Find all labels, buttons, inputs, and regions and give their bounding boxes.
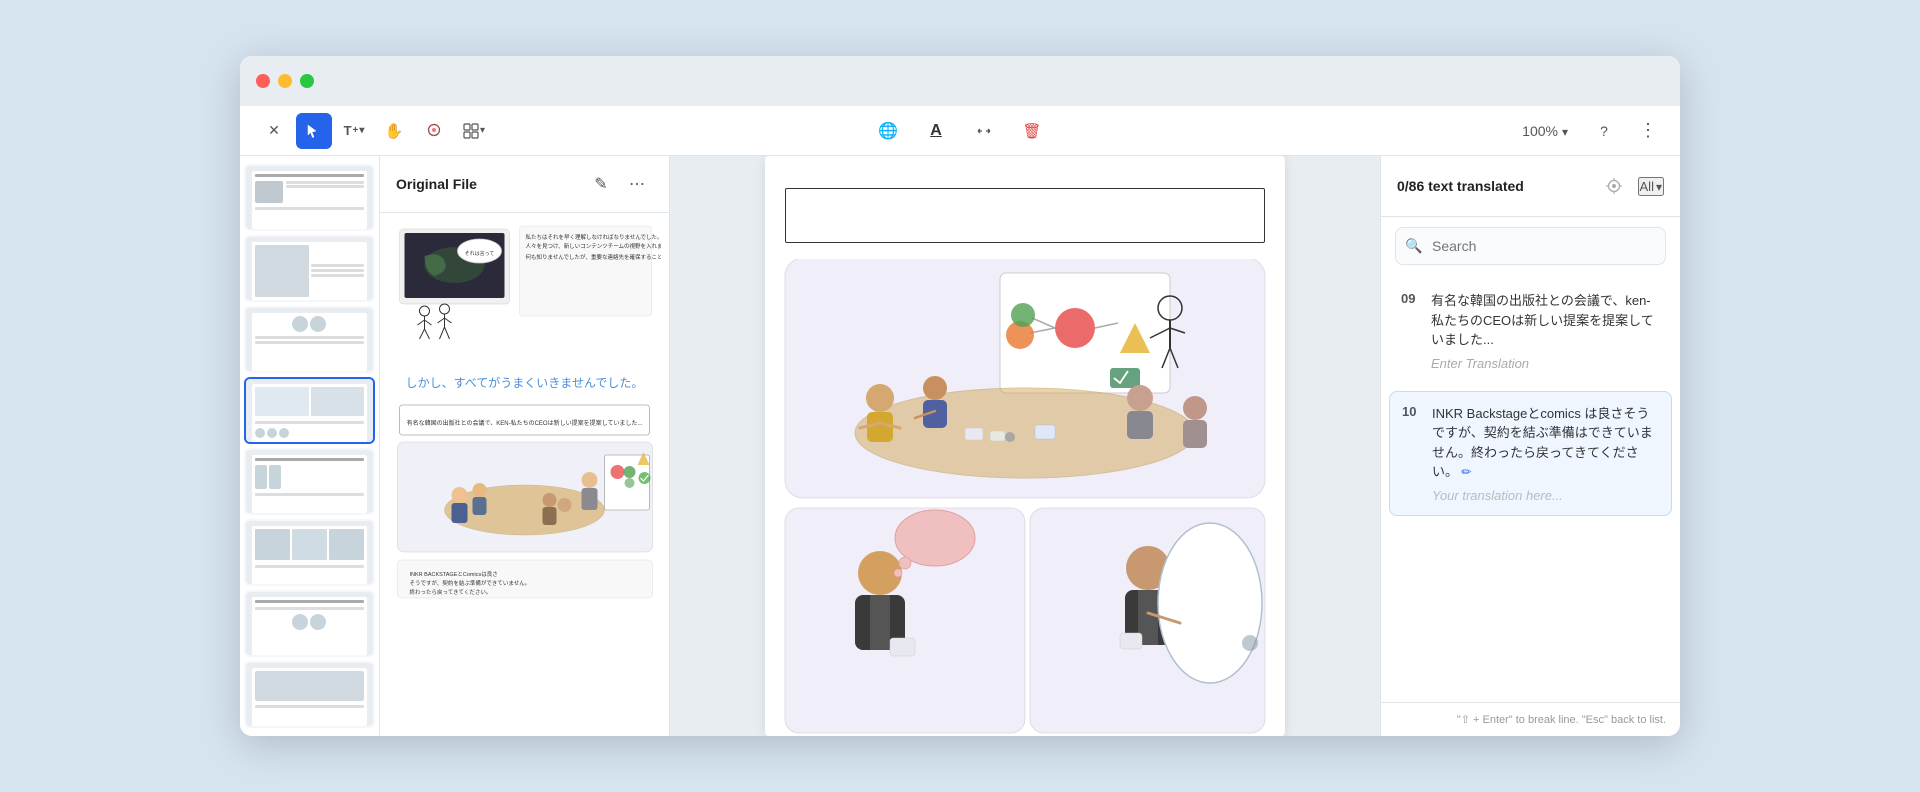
help-icon: ? xyxy=(1600,123,1608,139)
sidebar-thumb-4[interactable] xyxy=(244,377,375,444)
help-button[interactable]: ? xyxy=(1588,115,1620,147)
app-window: T + ▾ ✋ ▾ xyxy=(240,56,1680,736)
traffic-lights xyxy=(256,74,314,88)
file-panel: Original File ✎ ⋯ xyxy=(380,156,670,736)
search-container: 🔍 xyxy=(1395,227,1666,265)
toolbar: T + ▾ ✋ ▾ xyxy=(240,106,1680,156)
svg-text:INKR BACKSTAGEとComicsは良さ: INKR BACKSTAGEとComicsは良さ xyxy=(410,570,498,578)
sidebar-thumbnails xyxy=(240,156,380,736)
filter-all-button[interactable]: All xyxy=(1638,177,1664,196)
resize-icon xyxy=(976,123,992,139)
item-10-num: 10 xyxy=(1402,404,1424,482)
text-tool-button[interactable]: T + ▾ xyxy=(336,113,372,149)
main-content: Original File ✎ ⋯ xyxy=(240,156,1680,736)
item-09-header: 09 有名な韓国の出版社との会議で、ken-私たちのCEOは新しい提案を提案して… xyxy=(1401,291,1660,350)
select-tool-button[interactable] xyxy=(296,113,332,149)
comment-icon xyxy=(426,123,442,139)
svg-text:人々を見つけ、新しいコンテンツチームの視野を入れました。: 人々を見つけ、新しいコンテンツチームの視野を入れました。 xyxy=(526,242,662,250)
sidebar-thumb-3[interactable] xyxy=(244,306,375,373)
hand-tool-button[interactable]: ✋ xyxy=(376,113,412,149)
tp-header: 0/86 text translated All xyxy=(1381,156,1680,217)
font-icon: A xyxy=(930,122,942,140)
more-panel-button[interactable]: ⋯ xyxy=(621,168,653,200)
close-button[interactable] xyxy=(256,74,270,88)
tp-footer: "⇧ + Enter" to break line. "Esc" back to… xyxy=(1381,702,1680,736)
trash-icon: 🗑 xyxy=(1022,122,1041,140)
comic-section-2: 有名な韓国の出版社との会議で、KEN-私たちのCEOは新しい提案を提案していまし… xyxy=(388,400,661,605)
resize-button[interactable] xyxy=(966,113,1002,149)
title-bar xyxy=(240,56,1680,106)
font-button[interactable]: A xyxy=(918,113,954,149)
sidebar-thumb-2[interactable] xyxy=(244,235,375,302)
svg-text:終わったら戻ってきてください。: 終わったら戻ってきてください。 xyxy=(410,588,492,596)
close-tool-button[interactable] xyxy=(256,113,292,149)
file-panel-title: Original File xyxy=(396,176,477,192)
zoom-control[interactable]: 100% xyxy=(1514,119,1576,143)
footer-hint: "⇧ + Enter" to break line. "Esc" back to… xyxy=(1457,714,1666,726)
select-arrow-icon xyxy=(306,123,322,139)
edit-pencil-icon[interactable]: ✏ xyxy=(1458,465,1471,479)
more-icon: ⋮ xyxy=(1639,120,1657,141)
canvas-text-box[interactable] xyxy=(785,188,1265,243)
text-icon: T + ▾ xyxy=(344,123,365,138)
translation-count-label: 0/86 text translated xyxy=(1397,178,1524,194)
close-icon xyxy=(268,122,280,140)
tp-controls: All xyxy=(1598,170,1664,202)
gps-icon-button[interactable] xyxy=(1598,170,1630,202)
svg-text:何も知りませんでしたが、重要な連絡先を確保することができまし: 何も知りませんでしたが、重要な連絡先を確保することができました。 xyxy=(526,253,662,261)
translation-item-10[interactable]: 10 INKR Backstageとcomics は良さそうですが、契約を結ぶ準… xyxy=(1389,391,1672,516)
more-panel-icon: ⋯ xyxy=(629,174,645,194)
canvas-comic-svg xyxy=(780,259,1270,736)
svg-text:それは言って: それは言って xyxy=(465,250,495,257)
grid-tool-button[interactable]: ▾ xyxy=(456,113,492,149)
hand-icon: ✋ xyxy=(385,122,404,140)
sidebar-thumb-1[interactable] xyxy=(244,164,375,231)
more-button[interactable]: ⋮ xyxy=(1632,115,1664,147)
grid-icon: ▾ xyxy=(463,123,485,139)
minimize-button[interactable] xyxy=(278,74,292,88)
translation-panel: 0/86 text translated All xyxy=(1380,156,1680,736)
svg-text:有名な韓国の出版社との会議で、KEN-私たちのCEOは新しい: 有名な韓国の出版社との会議で、KEN-私たちのCEOは新しい提案を提案していまし… xyxy=(407,419,643,427)
file-panel-header: Original File ✎ ⋯ xyxy=(380,156,669,213)
translation-list: 09 有名な韓国の出版社との会議で、ken-私たちのCEOは新しい提案を提案して… xyxy=(1381,275,1680,702)
comic-section-1: それは言って 私たちはそれを早く理解しなければなりませんでした。私たちは世界中か… xyxy=(388,221,661,366)
file-panel-actions: ✎ ⋯ xyxy=(585,168,653,200)
svg-text:私たちはそれを早く理解しなければなりませんでした。私たちは世: 私たちはそれを早く理解しなければなりませんでした。私たちは世界中から xyxy=(526,233,662,241)
canvas-area xyxy=(670,156,1380,736)
location-icon xyxy=(1606,178,1622,194)
zoom-chevron-icon xyxy=(1562,123,1568,139)
file-panel-content: それは言って 私たちはそれを早く理解しなければなりませんでした。私たちは世界中か… xyxy=(380,213,669,736)
svg-text:そうですが、契約を結ぶ準備ができていません。: そうですが、契約を結ぶ準備ができていません。 xyxy=(410,579,531,587)
globe-icon: 🌐 xyxy=(878,121,898,141)
item-09-placeholder: Enter Translation xyxy=(1401,356,1660,371)
sidebar-thumb-8[interactable] xyxy=(244,661,375,728)
item-10-translation-placeholder[interactable]: Your translation here... xyxy=(1402,488,1659,503)
item-10-text: INKR Backstageとcomics は良さそうですが、契約を結ぶ準備はで… xyxy=(1432,404,1659,482)
filter-chevron-icon xyxy=(1656,179,1662,194)
comic-illustration-2: 有名な韓国の出版社との会議で、KEN-私たちのCEOは新しい提案を提案していまし… xyxy=(388,400,661,600)
trash-button[interactable]: 🗑 xyxy=(1014,113,1050,149)
translation-item-09[interactable]: 09 有名な韓国の出版社との会議で、ken-私たちのCEOは新しい提案を提案して… xyxy=(1389,279,1672,383)
pencil-icon: ✎ xyxy=(594,174,607,194)
canvas-comic-area xyxy=(765,259,1285,736)
item-10-header: 10 INKR Backstageとcomics は良さそうですが、契約を結ぶ準… xyxy=(1402,404,1659,482)
toolbar-right: 100% ? ⋮ xyxy=(1514,115,1664,147)
sidebar-thumb-6[interactable] xyxy=(244,519,375,586)
item-09-num: 09 xyxy=(1401,291,1423,350)
item-09-text: 有名な韓国の出版社との会議で、ken-私たちのCEOは新しい提案を提案していまし… xyxy=(1431,291,1660,350)
search-icon: 🔍 xyxy=(1405,238,1422,255)
maximize-button[interactable] xyxy=(300,74,314,88)
globe-button[interactable]: 🌐 xyxy=(870,113,906,149)
sidebar-thumb-7[interactable] xyxy=(244,590,375,657)
edit-panel-button[interactable]: ✎ xyxy=(585,168,617,200)
comic-illustration-1: それは言って 私たちはそれを早く理解しなければなりませんでした。私たちは世界中か… xyxy=(388,221,661,361)
zoom-label: 100% xyxy=(1522,123,1558,139)
comic-caption-1: しかし、すべてがうまくいきませんでした。 xyxy=(388,374,661,392)
comment-tool-button[interactable] xyxy=(416,113,452,149)
search-input[interactable] xyxy=(1395,227,1666,265)
sidebar-thumb-5[interactable] xyxy=(244,448,375,515)
canvas-text-box-container xyxy=(765,156,1285,259)
canvas-content xyxy=(765,156,1285,736)
filter-label: All xyxy=(1640,179,1654,194)
